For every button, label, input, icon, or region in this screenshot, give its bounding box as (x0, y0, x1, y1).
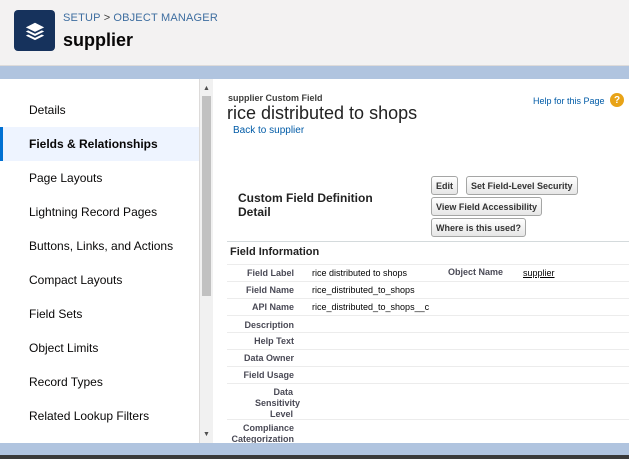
breadcrumb: SETUP > OBJECT MANAGER (63, 12, 218, 24)
field-label-value: rice distributed to shops (312, 268, 408, 278)
layers-icon (14, 10, 55, 51)
sidebar-item-related-lookup-filters[interactable]: Related Lookup Filters (0, 399, 199, 433)
field-name-label: Field Name (245, 285, 294, 295)
table-row: Data Sensitivity Level (227, 383, 629, 419)
field-usage-label: Field Usage (243, 370, 294, 380)
field-title: rice distributed to shops (227, 103, 418, 123)
scroll-thumb[interactable] (202, 96, 211, 296)
view-field-accessibility-button[interactable]: View Field Accessibility (431, 197, 543, 216)
object-name-label: Object Name (448, 267, 504, 277)
sidebar-item-record-types[interactable]: Record Types (0, 365, 199, 399)
help-link[interactable]: Help for this Page (533, 96, 605, 106)
set-field-level-security-button[interactable]: Set Field-Level Security (466, 176, 578, 195)
sidebar-item-details[interactable]: Details (0, 93, 199, 127)
table-row: Data Owner (227, 349, 629, 366)
object-label: supplier Custom Field (228, 93, 323, 103)
sidebar: Details Fields & Relationships Page Layo… (0, 79, 200, 443)
table-row: Field Label rice distributed to shops Ob… (227, 264, 629, 281)
breadcrumb-setup[interactable]: SETUP (63, 12, 101, 24)
sidebar-item-lightning-record-pages[interactable]: Lightning Record Pages (0, 195, 199, 229)
api-name-label: API Name (251, 302, 294, 312)
api-name-value: rice_distributed_to_shops__c (312, 302, 430, 312)
table-row: Help Text (227, 332, 629, 349)
data-owner-label: Data Owner (243, 353, 294, 363)
header-band (0, 66, 629, 79)
help-text-label: Help Text (254, 336, 294, 346)
breadcrumb-separator: > (103, 12, 111, 24)
page-header: SETUP > OBJECT MANAGER supplier (0, 0, 629, 66)
scroll-down-icon[interactable]: ▼ (200, 427, 213, 441)
table-row: Compliance Categorization (227, 419, 629, 443)
sidebar-scrollbar[interactable]: ▲ ▼ (200, 79, 213, 443)
compliance-categorization-label: Compliance Categorization (231, 423, 294, 443)
table-row: Field Name rice_distributed_to_shops (227, 281, 629, 298)
sidebar-item-buttons-links-actions[interactable]: Buttons, Links, and Actions (0, 229, 199, 263)
sidebar-item-fields-relationships[interactable]: Fields & Relationships (0, 127, 199, 161)
field-name-value: rice_distributed_to_shops (312, 285, 415, 295)
where-is-this-used-button[interactable]: Where is this used? (431, 218, 527, 237)
section-title: Custom Field Definition Detail (238, 191, 373, 219)
section-divider (227, 241, 629, 242)
page-title: supplier (63, 30, 134, 50)
main-card: Details Fields & Relationships Page Layo… (0, 79, 629, 443)
sidebar-item-page-layouts[interactable]: Page Layouts (0, 161, 199, 195)
table-row: API Name rice_distributed_to_shops__c (227, 298, 629, 315)
breadcrumb-object-manager[interactable]: OBJECT MANAGER (113, 12, 218, 24)
back-link[interactable]: Back to supplier (233, 125, 304, 136)
sidebar-item-compact-layouts[interactable]: Compact Layouts (0, 263, 199, 297)
field-information-header: Field Information (230, 246, 320, 258)
sidebar-item-field-sets[interactable]: Field Sets (0, 297, 199, 331)
description-label: Description (244, 320, 294, 330)
sidebar-item-object-limits[interactable]: Object Limits (0, 331, 199, 365)
object-name-link[interactable]: supplier (523, 268, 555, 278)
table-row: Field Usage (227, 366, 629, 383)
table-row: Description (227, 315, 629, 332)
question-icon[interactable]: ? (610, 93, 624, 107)
field-detail-content: supplier Custom Field rice distributed t… (214, 79, 629, 443)
data-sensitivity-level-label: Data Sensitivity Level (255, 387, 301, 419)
footer-edge (0, 455, 629, 459)
edit-button[interactable]: Edit (431, 176, 458, 195)
scroll-up-icon[interactable]: ▲ (200, 81, 213, 95)
field-label-label: Field Label (246, 268, 294, 278)
